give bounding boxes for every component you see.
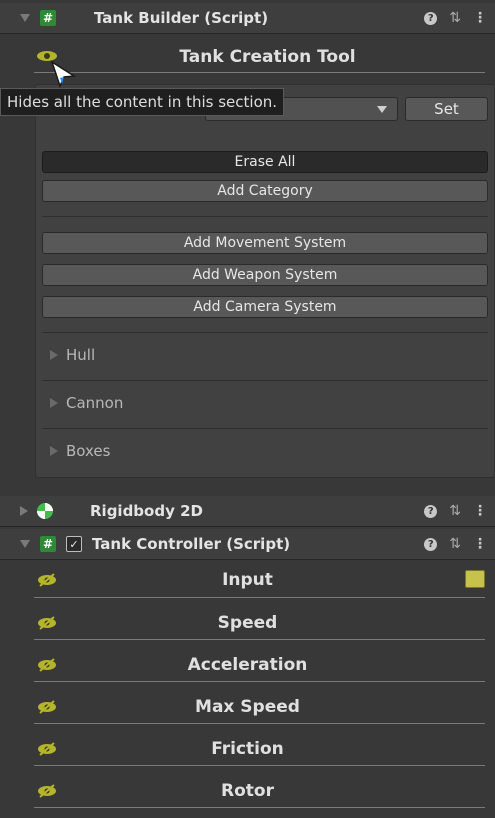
- kebab-menu-icon[interactable]: ⋮: [473, 10, 487, 26]
- component-title: Tank Controller (Script): [92, 535, 291, 553]
- tooltip: Hides all the content in this section.: [0, 88, 285, 116]
- section-title: Acceleration: [187, 655, 308, 675]
- component-title: Rigidbody 2D: [90, 502, 203, 520]
- separator: [42, 216, 488, 217]
- eye-slash-icon[interactable]: [36, 572, 58, 588]
- foldout-arrow-icon[interactable]: [20, 14, 30, 22]
- separator: [42, 428, 488, 429]
- component-title: Tank Builder (Script): [94, 9, 269, 27]
- section-underline: [34, 639, 485, 640]
- add-movement-system-button[interactable]: Add Movement System: [42, 232, 488, 254]
- eye-slash-icon[interactable]: [36, 657, 58, 673]
- help-icon[interactable]: ?: [424, 537, 438, 551]
- tank-builder-header[interactable]: # Tank Builder (Script) ? ⇅ ⋮: [0, 3, 495, 34]
- section-title: Input: [222, 570, 273, 590]
- section-underline: [34, 765, 485, 766]
- section-title: Speed: [217, 613, 278, 633]
- separator: [42, 332, 488, 333]
- foldout-cannon[interactable]: Cannon: [50, 394, 123, 412]
- preset-icon[interactable]: ⇅: [449, 503, 461, 519]
- kebab-menu-icon[interactable]: ⋮: [473, 536, 487, 552]
- chevron-right-icon: [50, 398, 58, 408]
- eye-slash-icon[interactable]: [36, 699, 58, 715]
- separator: [42, 380, 488, 381]
- eye-slash-icon[interactable]: [36, 741, 58, 757]
- section-input: Input: [0, 566, 495, 594]
- section-underline: [34, 723, 485, 724]
- add-camera-system-button[interactable]: Add Camera System: [42, 296, 488, 318]
- kebab-menu-icon[interactable]: ⋮: [473, 503, 487, 519]
- preset-icon[interactable]: ⇅: [449, 536, 461, 552]
- settings-icon[interactable]: [465, 570, 485, 588]
- enabled-checkbox[interactable]: ✓: [66, 536, 82, 552]
- tank-controller-header[interactable]: # ✓ Tank Controller (Script) ? ⇅ ⋮: [0, 529, 495, 560]
- set-button[interactable]: Set: [405, 97, 488, 121]
- section-title: Rotor: [221, 781, 274, 801]
- section-rotor: Rotor: [0, 777, 495, 805]
- rigidbody-icon: [37, 503, 53, 519]
- foldout-arrow-icon[interactable]: [20, 540, 30, 548]
- chevron-down-icon: [377, 106, 387, 113]
- foldout-label: Hull: [66, 346, 96, 364]
- cursor-icon: [50, 60, 77, 88]
- eye-slash-icon[interactable]: [36, 615, 58, 631]
- section-speed: Speed: [0, 609, 495, 637]
- foldout-label: Cannon: [66, 394, 124, 412]
- erase-all-button[interactable]: Erase All: [42, 151, 488, 173]
- help-icon[interactable]: ?: [424, 11, 438, 25]
- script-icon: #: [40, 10, 56, 26]
- section-title: Friction: [211, 739, 284, 759]
- section-title: Tank Creation Tool: [179, 47, 356, 67]
- section-max-speed: Max Speed: [0, 693, 495, 721]
- add-category-button[interactable]: Add Category: [42, 180, 488, 202]
- foldout-boxes[interactable]: Boxes: [50, 442, 110, 460]
- chevron-right-icon: [50, 446, 58, 456]
- help-icon[interactable]: ?: [424, 504, 438, 518]
- preset-icon[interactable]: ⇅: [449, 10, 461, 26]
- foldout-arrow-icon[interactable]: [20, 506, 28, 516]
- foldout-hull[interactable]: Hull: [50, 346, 95, 364]
- eye-slash-icon[interactable]: [36, 783, 58, 799]
- section-acceleration: Acceleration: [0, 651, 495, 679]
- section-title: Max Speed: [195, 697, 300, 717]
- chevron-right-icon: [50, 350, 58, 360]
- section-underline: [34, 807, 485, 808]
- foldout-label: Boxes: [66, 442, 111, 460]
- section-friction: Friction: [0, 735, 495, 763]
- rigidbody-header[interactable]: Rigidbody 2D ? ⇅ ⋮: [0, 496, 495, 527]
- add-weapon-system-button[interactable]: Add Weapon System: [42, 264, 488, 286]
- script-icon: #: [40, 536, 56, 552]
- section-underline: [34, 597, 485, 598]
- section-underline: [34, 681, 485, 682]
- section-underline: [34, 72, 485, 73]
